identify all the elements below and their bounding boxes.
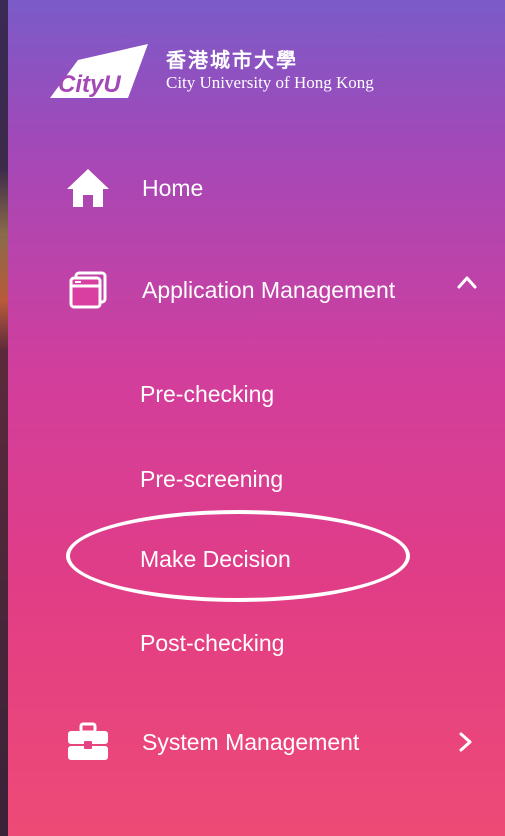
chevron-right-icon[interactable] [454,731,476,753]
window-icon [64,268,112,312]
menu-item-application-management-label: Application Management [142,276,396,303]
chevron-up-icon[interactable] [456,272,478,294]
menu-item-application-management[interactable]: Application Management [0,262,505,318]
logo-english-name: City University of Hong Kong [166,73,374,92]
window-edge [0,0,8,836]
submenu-item-pre-checking[interactable]: Pre-checking [140,381,274,408]
menu-item-system-management[interactable]: System Management [0,714,505,770]
home-icon [64,166,112,210]
logo-mark-text: CityU [58,71,121,98]
menu-item-home[interactable]: Home [0,160,505,216]
menu-item-system-management-label: System Management [142,728,360,755]
submenu-item-pre-screening[interactable]: Pre-screening [140,466,283,493]
menu-item-home-label: Home [142,174,204,201]
cityu-logo-mark: CityU [50,44,148,98]
sidebar: CityU 香港城市大學 City University of Hong Kon… [0,0,505,836]
logo-text: 香港城市大學 City University of Hong Kong [166,50,374,94]
briefcase-icon [64,720,112,764]
logo-chinese-name: 香港城市大學 [166,50,298,72]
highlight-ellipse [66,510,410,602]
submenu-item-post-checking[interactable]: Post-checking [140,630,284,657]
